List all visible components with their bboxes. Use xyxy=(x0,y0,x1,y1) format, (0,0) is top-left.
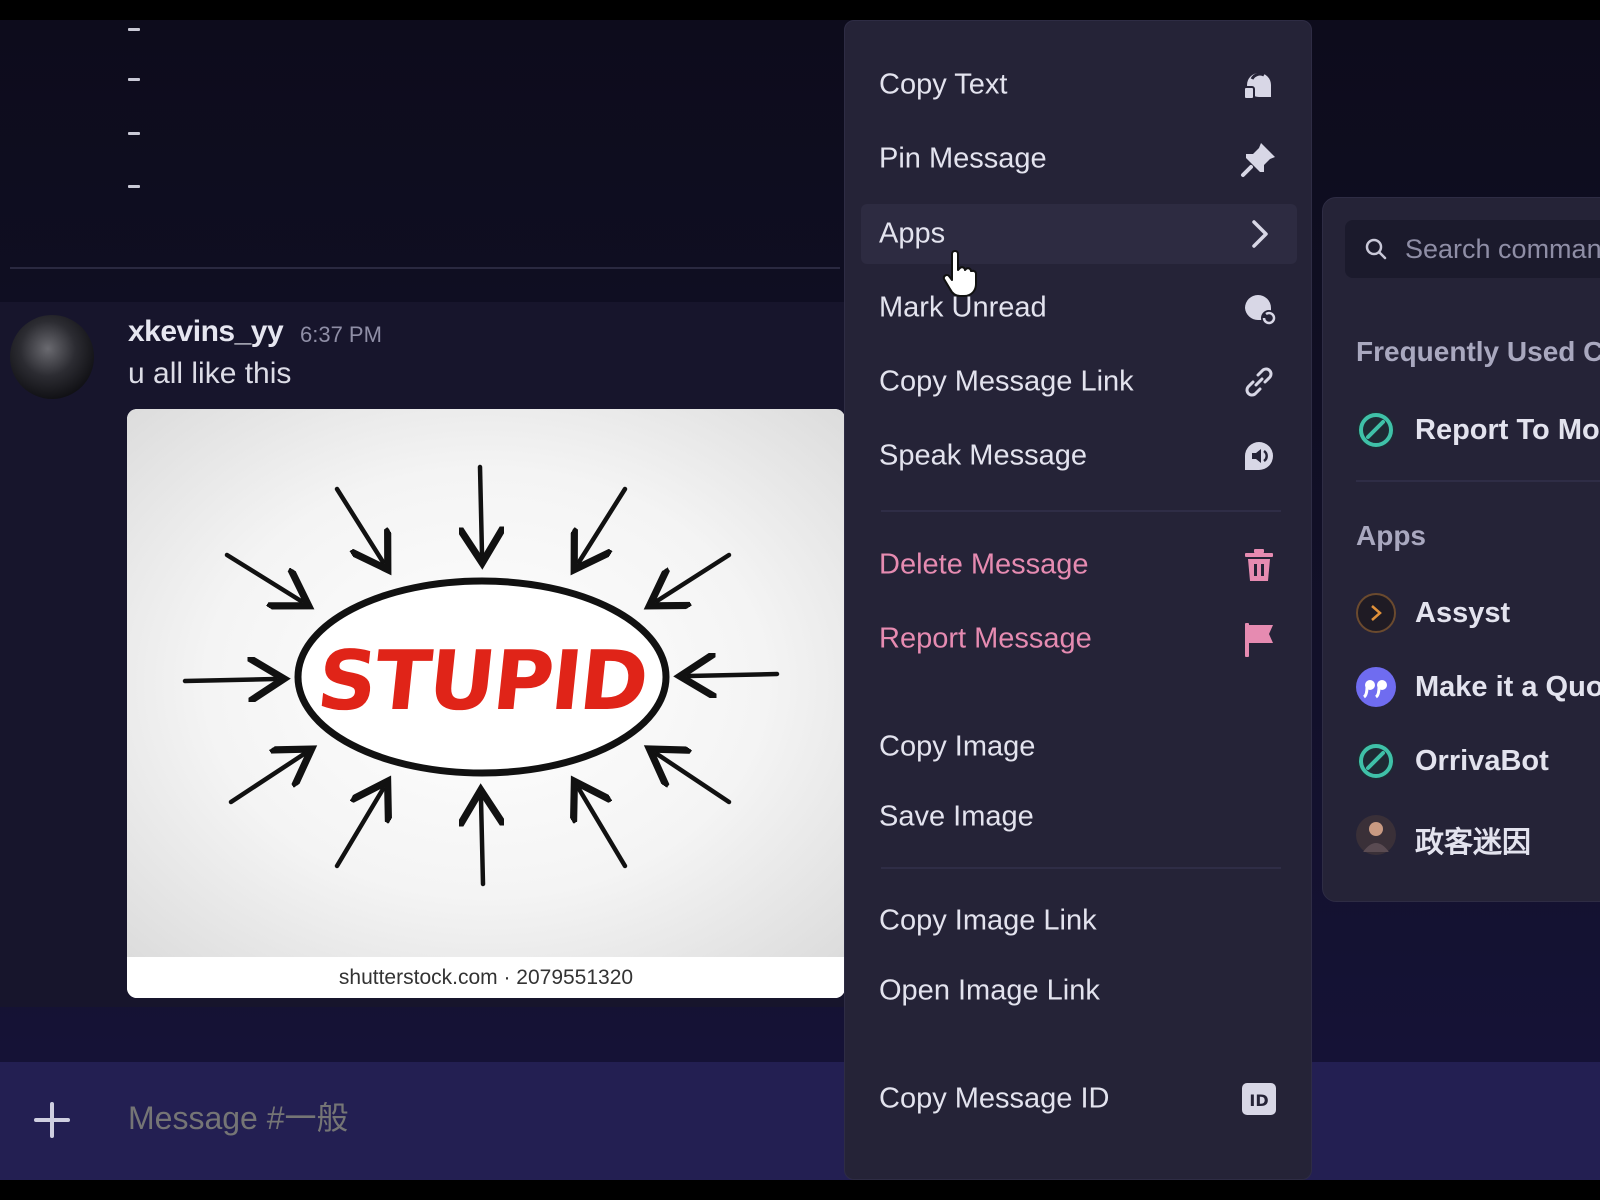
panel-separator xyxy=(1356,480,1600,482)
menu-item-speak-message[interactable]: Speak Message xyxy=(861,426,1297,486)
orrivabot-icon xyxy=(1357,411,1395,449)
quote-icon xyxy=(1356,667,1396,707)
command-search-placeholder: Search comman xyxy=(1405,234,1600,264)
app-item-label: Report To Mod xyxy=(1415,414,1600,446)
previous-message-line xyxy=(128,28,140,31)
add-attachment-button[interactable] xyxy=(34,1102,70,1138)
menu-separator xyxy=(881,867,1281,869)
menu-separator xyxy=(881,693,1281,695)
previous-message-line xyxy=(128,78,140,81)
pin-icon xyxy=(1241,143,1275,177)
message-context-menu: Copy Text Pin Message Apps Mark Unread C… xyxy=(844,20,1312,1180)
menu-item-copy-message-id[interactable]: Copy Message ID ID xyxy=(861,1069,1297,1129)
menu-item-label: Speak Message xyxy=(879,439,1087,472)
message-divider xyxy=(10,267,840,269)
frequently-used-heading: Frequently Used Co xyxy=(1356,336,1600,367)
copy-text-icon xyxy=(1243,72,1271,100)
menu-item-label: Copy Text xyxy=(879,68,1008,101)
menu-item-copy-text[interactable]: Copy Text xyxy=(861,55,1297,115)
menu-item-label: Apps xyxy=(879,217,946,250)
menu-item-save-image[interactable]: Save Image xyxy=(861,787,1297,847)
avatar[interactable] xyxy=(10,315,94,399)
image-attachment[interactable]: STUPID shutterstock.com · 2079551320 xyxy=(127,409,845,998)
menu-item-open-image-link[interactable]: Open Image Link xyxy=(861,961,1297,1021)
message-input[interactable] xyxy=(128,1100,818,1137)
menu-item-mark-unread[interactable]: Mark Unread xyxy=(861,278,1297,338)
menu-separator xyxy=(881,510,1281,512)
previous-message-line xyxy=(128,185,140,188)
menu-item-copy-message-link[interactable]: Copy Message Link xyxy=(861,352,1297,412)
app-item-report-to-mod[interactable]: Report To Mod xyxy=(1355,404,1600,454)
mark-unread-icon xyxy=(1245,295,1277,326)
hand-cursor-icon xyxy=(942,250,977,297)
menu-item-label: Report Message xyxy=(879,622,1092,655)
menu-item-delete-message[interactable]: Delete Message xyxy=(861,535,1297,595)
app-item-label: Assyst xyxy=(1415,597,1511,629)
menu-item-label: Delete Message xyxy=(879,548,1089,581)
svg-text:ID: ID xyxy=(1249,1091,1268,1110)
orrivabot-icon xyxy=(1357,742,1395,780)
search-icon xyxy=(1365,238,1387,260)
link-icon xyxy=(1245,367,1273,397)
username[interactable]: xkevins_yy xyxy=(128,315,284,349)
menu-item-pin-message[interactable]: Pin Message xyxy=(861,129,1297,189)
image-credit: shutterstock.com · 2079551320 xyxy=(127,957,845,998)
app-item-make-it-a-quote[interactable]: Make it a Quote xyxy=(1355,661,1600,711)
menu-item-report-message[interactable]: Report Message xyxy=(861,609,1297,669)
app-avatar-icon xyxy=(1356,815,1396,855)
id-icon: ID xyxy=(1242,1083,1276,1115)
menu-item-label: Save Image xyxy=(879,800,1034,833)
menu-item-label: Copy Image xyxy=(879,730,1036,763)
menu-item-copy-image[interactable]: Copy Image xyxy=(861,717,1297,777)
assyst-icon xyxy=(1356,593,1396,633)
flag-icon xyxy=(1245,623,1273,657)
apps-heading: Apps xyxy=(1356,520,1426,551)
previous-message-line xyxy=(128,132,140,135)
apps-submenu-panel: Search comman Frequently Used Co Report … xyxy=(1322,197,1600,902)
message-timestamp: 6:37 PM xyxy=(300,322,382,347)
message-text: u all like this xyxy=(128,357,292,390)
chevron-right-icon xyxy=(1252,220,1268,248)
app-item-label: 政客迷因 xyxy=(1415,827,1532,859)
trash-icon xyxy=(1245,549,1273,581)
menu-item-apps[interactable]: Apps xyxy=(861,204,1297,264)
menu-item-label: Open Image Link xyxy=(879,974,1100,1007)
speaker-icon xyxy=(1245,442,1273,470)
app-item-orrivabot[interactable]: OrrivaBot xyxy=(1355,735,1600,785)
menu-item-label: Pin Message xyxy=(879,142,1047,175)
app-item-assyst[interactable]: Assyst xyxy=(1355,587,1600,637)
menu-item-copy-image-link[interactable]: Copy Image Link xyxy=(861,891,1297,951)
app-item-label: Make it a Quote xyxy=(1415,671,1600,703)
app-item-political-meme[interactable]: 政客迷因 xyxy=(1355,809,1600,859)
menu-item-label: Copy Message Link xyxy=(879,365,1134,398)
app-item-label: OrrivaBot xyxy=(1415,745,1549,777)
menu-item-label: Copy Image Link xyxy=(879,904,1097,937)
menu-item-label: Copy Message ID xyxy=(879,1082,1110,1115)
command-search-box[interactable]: Search comman xyxy=(1345,220,1600,278)
image-caption-word: STUPID xyxy=(312,634,652,729)
